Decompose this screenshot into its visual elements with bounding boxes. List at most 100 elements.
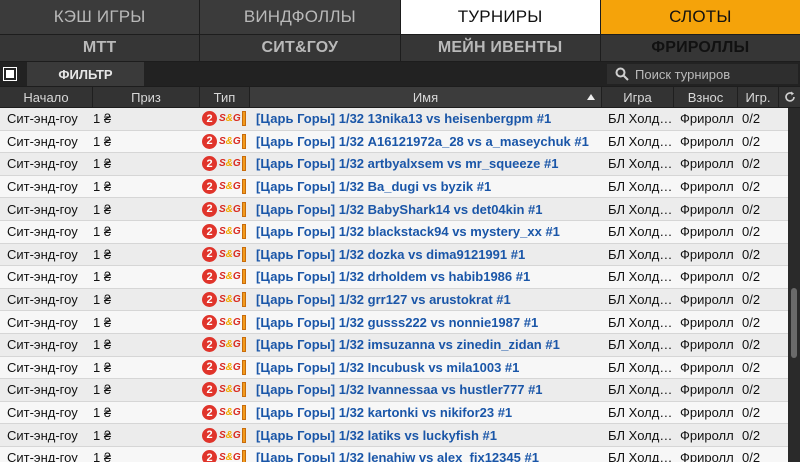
cell-name: [Царь Горы] 1/32 13nika13 vs heisenbergp… — [256, 111, 552, 127]
sit-and-go-badge-icon: 2 S&G — [202, 156, 246, 172]
badge-stripe — [241, 111, 246, 127]
column-start[interactable]: Начало — [0, 87, 93, 107]
sub-tab-2[interactable]: МЕЙН ИВЕНТЫ — [400, 35, 601, 61]
badge-g: G — [232, 316, 241, 328]
sub-tab-3[interactable]: ФРИРОЛЛЫ — [600, 35, 800, 61]
table-row[interactable]: Сит-энд-гоу 1 ₴ 2 S&G [Царь Горы] 1/32 black… — [0, 220, 788, 244]
badge-sg-label: S&G — [219, 271, 241, 282]
badge-s: S — [219, 294, 226, 306]
column-name[interactable]: Имя — [250, 87, 602, 107]
main-tab-2[interactable]: ТУРНИРЫ — [400, 0, 601, 34]
badge-number: 2 — [202, 224, 217, 240]
table-row[interactable]: Сит-энд-гоу 1 ₴ 2 S&G [Царь Горы] 1/32 Incub… — [0, 356, 788, 380]
table-row[interactable]: Сит-энд-гоу 1 ₴ 2 S&G [Царь Горы] 1/32 latik… — [0, 424, 788, 447]
cell-type: 2 S&G — [200, 153, 250, 175]
table-row[interactable]: Сит-энд-гоу 1 ₴ 2 S&G [Царь Горы] 1/32 karto… — [0, 401, 788, 425]
cell-fee: Фриролл — [680, 382, 734, 398]
table-row[interactable]: Сит-энд-гоу 1 ₴ 2 S&G [Царь Горы] 1/32 gusss… — [0, 311, 788, 334]
badge-stripe — [241, 269, 246, 285]
badge-amp: & — [225, 248, 233, 260]
sit-and-go-badge-icon: 2 S&G — [202, 337, 246, 353]
badge-amp: & — [225, 113, 233, 125]
column-game[interactable]: Игра — [602, 87, 674, 107]
badge-number: 2 — [202, 405, 217, 421]
sub-tab-1[interactable]: СИТ&ГОУ — [200, 35, 401, 61]
column-type[interactable]: Тип — [200, 87, 250, 107]
cell-game: БЛ Холд… — [608, 201, 673, 217]
cell-fee: Фриролл — [680, 337, 734, 353]
table-row[interactable]: Сит-энд-гоу 1 ₴ 2 S&G [Царь Горы] 1/32 Ivann… — [0, 379, 788, 402]
cell-players: 0/2 — [742, 405, 761, 421]
cell-prize: 1 ₴ — [93, 405, 112, 421]
vertical-scrollbar[interactable] — [788, 108, 800, 462]
column-prize[interactable]: Приз — [93, 87, 200, 107]
badge-stripe — [241, 133, 246, 149]
table-row[interactable]: Сит-энд-гоу 1 ₴ 2 S&G [Царь Горы] 1/32 imsuz… — [0, 333, 788, 357]
badge-g: G — [232, 294, 241, 306]
cell-players: 0/2 — [742, 179, 761, 195]
filter-button[interactable]: ФИЛЬТР — [27, 62, 144, 86]
sub-tab-0[interactable]: МТТ — [0, 35, 201, 61]
badge-stripe — [241, 382, 246, 398]
cell-game: БЛ Холд… — [608, 314, 673, 330]
table-header: Начало Приз Тип Имя Игра Взнос Игр. — [0, 87, 800, 107]
badge-amp: & — [225, 294, 233, 306]
badge-sg-label: S&G — [219, 204, 241, 215]
table-row[interactable]: Сит-энд-гоу 1 ₴ 2 S&G [Царь Горы] 1/32 13nik… — [0, 108, 788, 131]
table-row[interactable]: Сит-энд-гоу 1 ₴ 2 S&G [Царь Горы] 1/32 artby… — [0, 153, 788, 176]
cell-players: 0/2 — [742, 201, 761, 217]
cell-game: БЛ Холд… — [608, 405, 673, 421]
sit-and-go-badge-icon: 2 S&G — [202, 133, 246, 149]
main-tab-3[interactable]: СЛОТЫ — [600, 0, 800, 34]
cell-prize: 1 ₴ — [93, 133, 112, 149]
column-players[interactable]: Игр. — [738, 87, 779, 107]
badge-number: 2 — [202, 427, 217, 443]
cell-players: 0/2 — [742, 292, 761, 308]
scrollbar-thumb[interactable] — [791, 288, 797, 358]
sit-and-go-badge-icon: 2 S&G — [202, 269, 246, 285]
cell-prize: 1 ₴ — [93, 382, 112, 398]
cell-prize: 1 ₴ — [93, 314, 112, 330]
table-row[interactable]: Сит-энд-гоу 1 ₴ 2 S&G [Царь Горы] 1/32 BabyS… — [0, 198, 788, 221]
cell-start: Сит-энд-гоу — [7, 314, 78, 330]
cell-start: Сит-энд-гоу — [7, 201, 78, 217]
cell-game: БЛ Холд… — [608, 337, 673, 353]
cell-start: Сит-энд-гоу — [7, 133, 78, 149]
search-input[interactable] — [635, 66, 795, 82]
cell-prize: 1 ₴ — [93, 292, 112, 308]
column-fee[interactable]: Взнос — [674, 87, 738, 107]
cell-name: [Царь Горы] 1/32 grr127 vs arustokrat #1 — [256, 292, 511, 308]
badge-amp: & — [225, 384, 233, 396]
main-tab-0[interactable]: КЭШ ИГРЫ — [0, 0, 201, 34]
cell-prize: 1 ₴ — [93, 156, 112, 172]
cell-prize: 1 ₴ — [93, 111, 112, 127]
badge-number: 2 — [202, 246, 217, 262]
filter-toggle-checkbox[interactable] — [3, 67, 17, 81]
search-box[interactable] — [607, 64, 798, 84]
sit-and-go-badge-icon: 2 S&G — [202, 359, 246, 375]
cell-fee: Фриролл — [680, 450, 734, 462]
table-row[interactable]: Сит-энд-гоу 1 ₴ 2 S&G [Царь Горы] 1/32 drhol… — [0, 266, 788, 289]
table-row[interactable]: Сит-энд-гоу 1 ₴ 2 S&G [Царь Горы] 1/32 grr12… — [0, 288, 788, 312]
cell-prize: 1 ₴ — [93, 359, 112, 375]
badge-number: 2 — [202, 314, 217, 330]
table-row[interactable]: Сит-энд-гоу 1 ₴ 2 S&G [Царь Горы] 1/32 Ba_du… — [0, 175, 788, 199]
cell-game: БЛ Холд… — [608, 246, 673, 262]
search-icon — [615, 67, 629, 81]
table-row[interactable]: Сит-энд-гоу 1 ₴ 2 S&G [Царь Горы] 1/32 lenah… — [0, 446, 788, 462]
table-row[interactable]: Сит-энд-гоу 1 ₴ 2 S&G [Царь Горы] 1/32 dozka… — [0, 243, 788, 267]
badge-stripe — [241, 201, 246, 217]
table-row[interactable]: Сит-энд-гоу 1 ₴ 2 S&G [Царь Горы] 1/32 A1612… — [0, 130, 788, 154]
badge-amp: & — [225, 316, 233, 328]
cell-fee: Фриролл — [680, 224, 734, 240]
badge-amp: & — [225, 407, 233, 419]
main-tab-1[interactable]: ВИНДФОЛЛЫ — [200, 0, 401, 34]
badge-g: G — [232, 339, 241, 351]
refresh-button[interactable] — [780, 87, 800, 107]
badge-sg-label: S&G — [219, 407, 241, 418]
cell-type: 2 S&G — [200, 198, 250, 220]
badge-sg-label: S&G — [219, 226, 241, 237]
cell-fee: Фриролл — [680, 201, 734, 217]
badge-stripe — [241, 179, 246, 195]
badge-number: 2 — [202, 359, 217, 375]
